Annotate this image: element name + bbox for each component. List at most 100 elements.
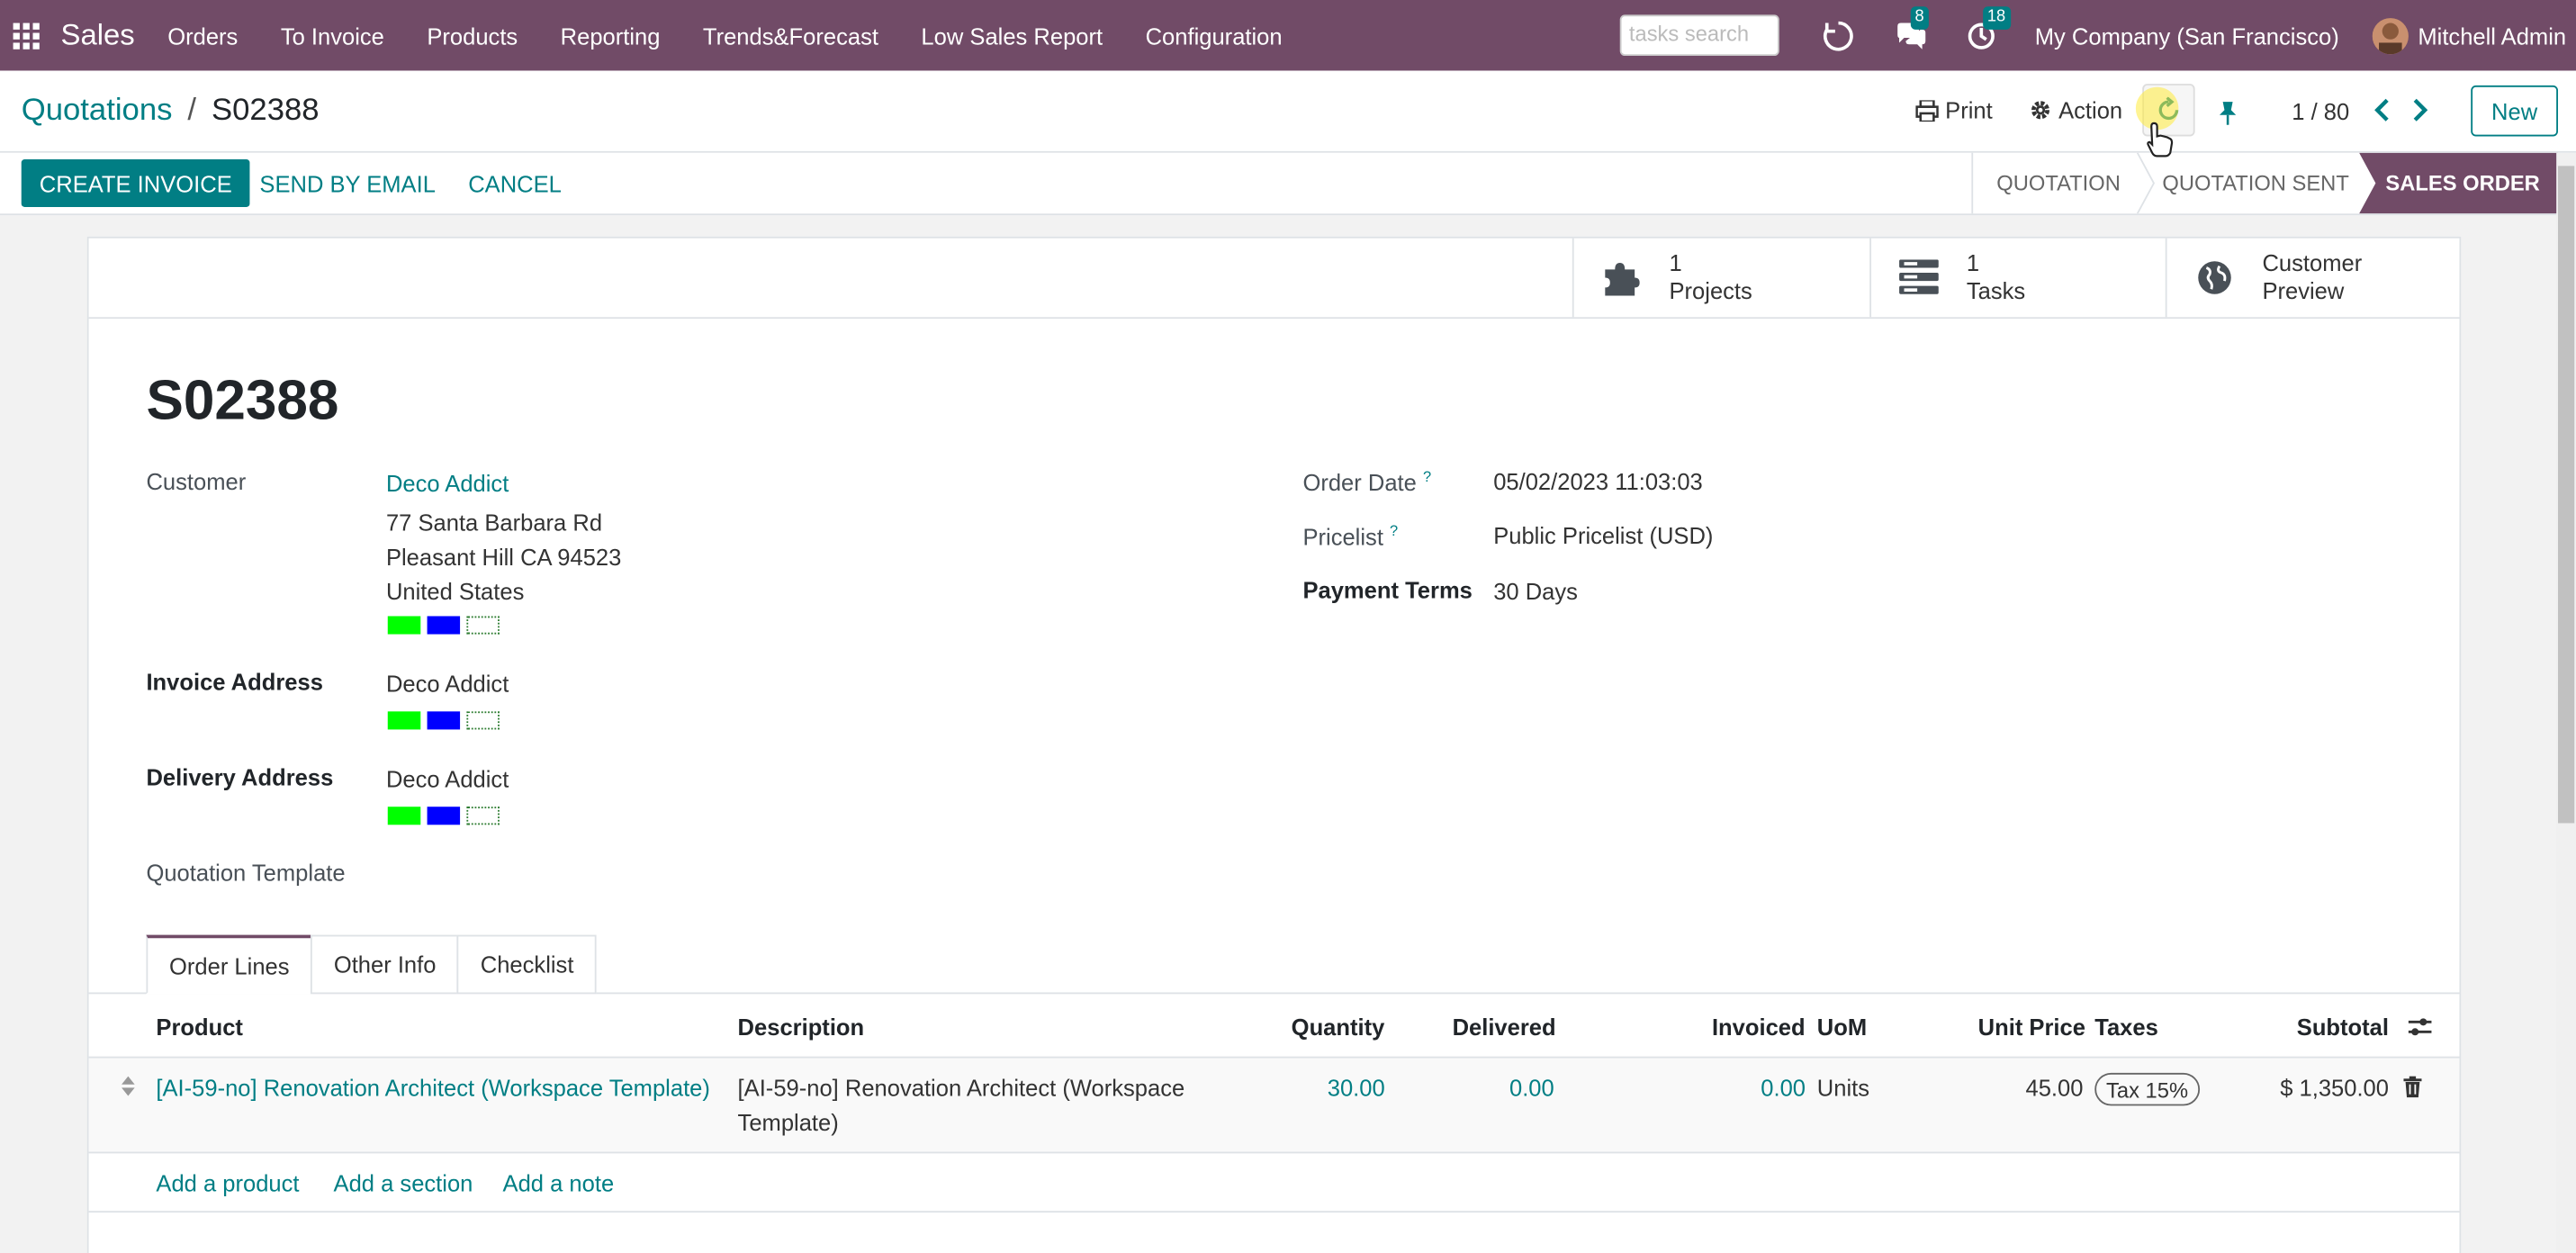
col-subtotal[interactable]: Subtotal (2297, 1014, 2389, 1040)
col-delivered[interactable]: Delivered (1453, 1014, 1556, 1040)
quotation-template-label: Quotation Template (146, 859, 346, 886)
add-product-link[interactable]: Add a product (156, 1170, 299, 1196)
row-delivered[interactable]: 0.00 (1469, 1075, 1554, 1101)
app-name[interactable]: Sales (61, 18, 135, 52)
tab-checklist[interactable]: Checklist (457, 934, 597, 995)
tab-other-info[interactable]: Other Info (311, 934, 460, 995)
col-unit-price[interactable]: Unit Price (1978, 1014, 2085, 1040)
new-button[interactable]: New (2471, 85, 2558, 137)
drag-handle-icon[interactable] (122, 1076, 135, 1096)
pager-prev-icon[interactable] (2373, 98, 2392, 122)
tasks-count: 1 (1966, 249, 1980, 276)
print-button[interactable]: Print (1915, 96, 1993, 123)
col-invoiced[interactable]: Invoiced (1712, 1014, 1806, 1040)
row-invoiced[interactable]: 0.00 (1720, 1075, 1806, 1101)
invoice-address-field[interactable]: Deco Addict (386, 671, 509, 697)
menu-reporting[interactable]: Reporting (561, 23, 661, 49)
tasks-search-input[interactable]: tasks search (1618, 14, 1779, 57)
tag-empty (466, 807, 500, 825)
page-scrollbar[interactable] (2556, 152, 2576, 1253)
column-settings-icon[interactable] (2407, 1015, 2433, 1039)
messages-icon[interactable]: 8 (1894, 5, 1930, 50)
activities-badge: 18 (1982, 5, 2011, 29)
pager-next-icon[interactable] (2410, 98, 2430, 122)
row-description-line1[interactable]: [AI-59-no] Renovation Architect (Workspa… (738, 1075, 1185, 1101)
pager-value[interactable]: 1 / 80 (2292, 99, 2349, 125)
col-quantity[interactable]: Quantity (1292, 1014, 1385, 1040)
menu-products[interactable]: Products (427, 23, 518, 49)
stage-quotation[interactable]: QUOTATION (1973, 153, 2144, 214)
delivery-address-tags (387, 807, 500, 825)
menu-low-sales-report[interactable]: Low Sales Report (921, 23, 1103, 49)
add-note-link[interactable]: Add a note (503, 1170, 615, 1196)
customer-address-line3: United States (385, 578, 525, 605)
tasks-smart-button[interactable]: 1 Tasks (1869, 238, 2166, 318)
row-quantity[interactable]: 30.00 (1302, 1075, 1385, 1101)
company-switcher[interactable]: My Company (San Francisco) (2035, 23, 2339, 49)
breadcrumb-separator: / (187, 94, 197, 129)
row-product[interactable]: [AI-59-no] Renovation Architect (Workspa… (156, 1075, 709, 1101)
col-uom[interactable]: UoM (1817, 1014, 1867, 1040)
breadcrumb-current: S02388 (212, 94, 320, 129)
user-avatar[interactable] (2372, 17, 2409, 54)
activities-icon[interactable]: 18 (1966, 5, 2011, 50)
tag-empty (466, 711, 500, 730)
trash-icon[interactable] (2403, 1076, 2422, 1098)
menu-orders[interactable]: Orders (167, 23, 238, 49)
send-by-email-button[interactable]: SEND BY EMAIL (259, 171, 436, 197)
tag-blue (427, 616, 461, 635)
action-button[interactable]: Action (2029, 97, 2122, 123)
invoice-address-tags (387, 711, 500, 730)
user-menu[interactable]: Mitchell Admin (2418, 23, 2566, 49)
customer-preview-button[interactable]: Customer Preview (2165, 238, 2460, 318)
tag-blue (427, 807, 461, 825)
add-section-link[interactable]: Add a section (334, 1170, 473, 1196)
smart-buttons: 1 Projects 1 Tasks Customer Preview (88, 238, 2460, 320)
delivery-address-label: Delivery Address (146, 763, 334, 790)
projects-count: 1 (1669, 249, 1682, 276)
cancel-button[interactable]: CANCEL (468, 171, 562, 197)
control-panel: Quotations / S02388 Print Action 1 / 80 … (0, 70, 2576, 153)
notebook-tabs: Order Lines Other Info Checklist (146, 934, 597, 995)
tag-empty (466, 616, 500, 635)
row-uom[interactable]: Units (1817, 1075, 1869, 1101)
menu-trends-forecast[interactable]: Trends&Forecast (703, 23, 878, 49)
scrollbar-thumb[interactable] (2557, 166, 2575, 824)
pin-icon[interactable] (2216, 100, 2239, 126)
row-description-line2[interactable]: Template) (738, 1109, 839, 1135)
messages-badge: 8 (1910, 5, 1930, 29)
menu-configuration[interactable]: Configuration (1146, 23, 1283, 49)
order-date-help-icon[interactable]: ? (1423, 468, 1431, 484)
col-taxes[interactable]: Taxes (2094, 1014, 2158, 1040)
stage-sales-order[interactable]: SALES ORDER (2371, 153, 2554, 214)
order-date-field[interactable]: 05/02/2023 11:03:03 (1493, 468, 1703, 494)
page: Sales Orders To Invoice Products Reporti… (0, 0, 2576, 1253)
projects-smart-button[interactable]: 1 Projects (1572, 238, 1869, 318)
menu-to-invoice[interactable]: To Invoice (281, 23, 384, 49)
row-subtotal: $ 1,350.00 (2280, 1074, 2389, 1101)
payment-terms-field[interactable]: 30 Days (1493, 579, 1578, 605)
breadcrumb-quotations[interactable]: Quotations (22, 94, 173, 128)
pricelist-help-icon[interactable]: ? (1390, 522, 1398, 538)
order-date-label-text: Order Date (1302, 469, 1417, 496)
pricelist-label-text: Pricelist (1302, 523, 1383, 550)
row-tax-badge[interactable]: Tax 15% (2094, 1072, 2200, 1106)
print-icon (1915, 99, 1939, 122)
create-invoice-button[interactable]: CREATE INVOICE (21, 159, 250, 207)
col-product[interactable]: Product (156, 1014, 243, 1040)
table-row[interactable] (88, 1058, 2460, 1152)
tab-order-lines[interactable]: Order Lines (146, 934, 313, 995)
apps-menu-icon[interactable] (13, 22, 40, 49)
action-label: Action (2058, 96, 2123, 123)
pricelist-field[interactable]: Public Pricelist (USD) (1493, 522, 1713, 548)
col-description[interactable]: Description (738, 1014, 865, 1040)
row-unit-price[interactable]: 45.00 (1995, 1075, 2084, 1101)
projects-label: Projects (1669, 277, 1752, 304)
delivery-address-field[interactable]: Deco Addict (386, 766, 509, 792)
customer-field[interactable]: Deco Addict (386, 470, 509, 496)
tag-green (387, 616, 421, 635)
hand-cursor-icon (2147, 122, 2174, 158)
refresh-icon[interactable] (1821, 19, 1854, 52)
print-label: Print (1945, 96, 1993, 123)
stage-quotation-sent[interactable]: QUOTATION SENT (2150, 153, 2361, 214)
